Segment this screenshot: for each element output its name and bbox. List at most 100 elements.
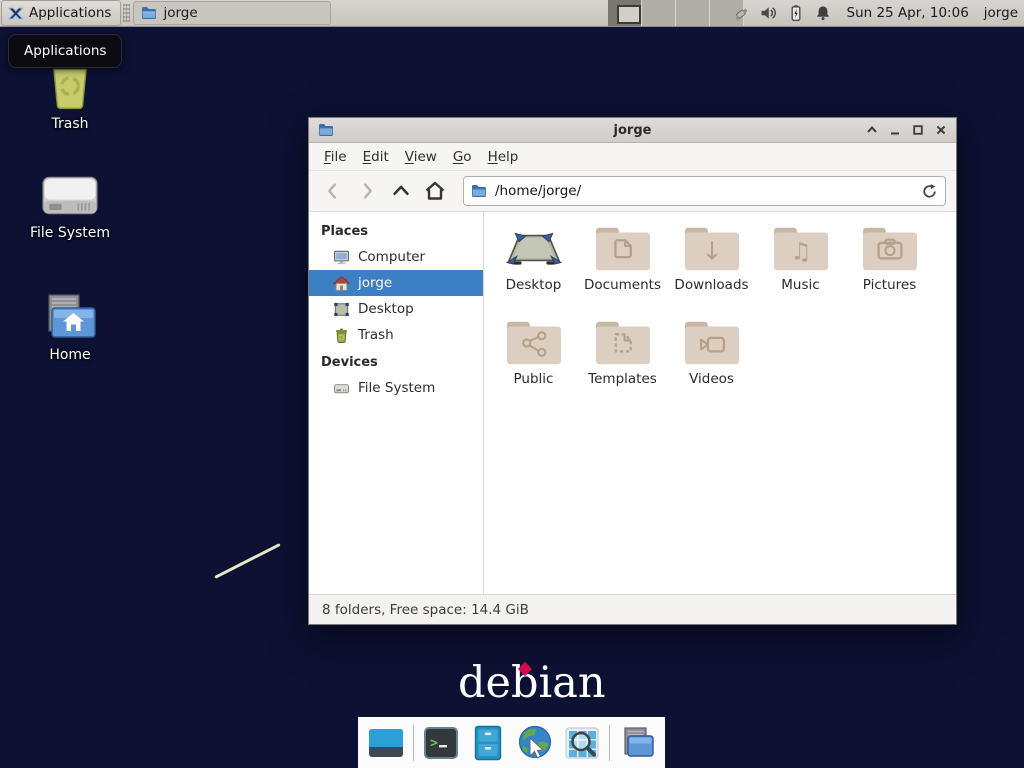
dock-separator	[413, 725, 414, 761]
minimize-button[interactable]	[888, 123, 902, 137]
public-folder-icon	[506, 318, 562, 366]
back-button[interactable]	[319, 178, 347, 204]
desktop-icon-filesystem[interactable]: File System	[14, 172, 126, 241]
location-input[interactable]	[493, 182, 921, 200]
sidebar-item-label: jorge	[358, 275, 392, 291]
status-text: 8 folders, Free space: 14.4 GiB	[322, 602, 529, 618]
file-item-templates[interactable]: Templates	[578, 318, 667, 412]
sidebar-item-trash[interactable]: Trash	[309, 322, 483, 348]
desktop-icon-home[interactable]: Home	[14, 292, 126, 363]
panel-tray: Sun 25 Apr, 10:06 jorge	[733, 0, 1019, 26]
applications-menu-button[interactable]: Applications	[1, 0, 121, 26]
bell-icon[interactable]	[814, 4, 832, 22]
file-item-documents[interactable]: Documents	[578, 224, 667, 318]
sidebar-item-computer[interactable]: Computer	[309, 244, 483, 270]
downloads-folder-icon: ↓	[684, 224, 740, 272]
statusbar: 8 folders, Free space: 14.4 GiB	[309, 594, 956, 624]
bottom-dock: >	[358, 717, 665, 768]
up-button[interactable]	[387, 178, 415, 204]
documents-folder-icon	[595, 224, 651, 272]
sidebar-item-label: Computer	[358, 249, 425, 265]
file-label: Documents	[584, 277, 661, 293]
file-label: Public	[514, 371, 554, 387]
sidebar-item-filesystem[interactable]: File System	[309, 375, 483, 401]
app-finder-icon[interactable]	[562, 723, 602, 763]
places-header: Places	[309, 217, 483, 244]
file-item-pictures[interactable]: Pictures	[845, 224, 934, 318]
file-item-desktop[interactable]: Desktop	[489, 224, 578, 318]
location-bar[interactable]	[463, 176, 946, 206]
templates-folder-icon	[595, 318, 651, 366]
forward-button[interactable]	[353, 178, 381, 204]
shade-button[interactable]	[865, 123, 879, 137]
file-item-videos[interactable]: Videos	[667, 318, 756, 412]
sidebar-item-label: Trash	[358, 327, 394, 343]
user-desktop-icon	[506, 224, 562, 272]
file-label: Pictures	[863, 277, 916, 293]
reload-icon[interactable]	[921, 183, 938, 200]
menu-edit[interactable]: Edit	[355, 145, 397, 169]
file-label: Downloads	[674, 277, 748, 293]
trash-place-icon	[333, 327, 350, 344]
sidebar-item-desktop[interactable]: Desktop	[309, 296, 483, 322]
pictures-folder-icon	[862, 224, 918, 272]
desktop-screen: Applications jorge	[0, 0, 1024, 768]
taskbar-window-label: jorge	[163, 5, 197, 21]
file-item-public[interactable]: Public	[489, 318, 578, 412]
volume-icon[interactable]	[760, 4, 778, 22]
sidebar-item-jorge[interactable]: jorge	[309, 270, 483, 296]
menu-go[interactable]: Go	[445, 145, 480, 169]
window-titlebar[interactable]: jorge	[309, 118, 956, 143]
file-cabinet-icon[interactable]	[468, 723, 508, 763]
debian-logo: debian	[458, 662, 606, 705]
home-button[interactable]	[421, 178, 449, 204]
workspace-2[interactable]	[642, 0, 676, 26]
file-item-downloads[interactable]: ↓ Downloads	[667, 224, 756, 318]
window-controls	[865, 123, 948, 137]
sidebar-item-label: File System	[358, 380, 435, 396]
home-icon	[333, 275, 350, 292]
drive-icon	[333, 380, 350, 397]
computer-icon	[333, 249, 350, 266]
taskbar-window-button[interactable]: jorge	[133, 1, 331, 25]
panel-clock[interactable]: Sun 25 Apr, 10:06	[847, 5, 969, 21]
debian-logo-text: debian	[458, 658, 606, 708]
dock-separator	[609, 725, 610, 761]
close-button[interactable]	[934, 123, 948, 137]
window-body: Places Computer	[309, 212, 956, 594]
wallpaper-line-decoration	[214, 543, 280, 579]
file-item-music[interactable]: ♫ Music	[756, 224, 845, 318]
sidebar-item-label: Desktop	[358, 301, 414, 317]
network-icon[interactable]	[733, 4, 751, 22]
desktop-icon-label: Trash	[52, 116, 89, 132]
desktop-icon-label: File System	[30, 225, 110, 241]
location-folder-icon	[471, 183, 487, 199]
menu-view[interactable]: View	[397, 145, 445, 169]
menu-file[interactable]: File	[316, 145, 355, 169]
folder-launcher-icon[interactable]	[617, 723, 657, 763]
svg-text:>: >	[430, 736, 438, 751]
workspace-3[interactable]	[676, 0, 710, 26]
maximize-button[interactable]	[911, 123, 925, 137]
panel-handle[interactable]	[123, 4, 130, 22]
workspace-switcher	[608, 0, 744, 26]
file-label: Videos	[689, 371, 734, 387]
applications-menu-label: Applications	[29, 5, 111, 21]
music-folder-icon: ♫	[773, 224, 829, 272]
battery-icon[interactable]	[787, 4, 805, 22]
folder-icon	[141, 5, 157, 21]
workspace-1[interactable]	[608, 0, 642, 26]
download-arrow-glyph: ↓	[701, 236, 722, 265]
terminal-icon[interactable]: >	[421, 723, 461, 763]
home-folder-icon	[42, 292, 98, 342]
show-desktop-icon[interactable]	[366, 723, 406, 763]
panel-username[interactable]: jorge	[984, 5, 1018, 21]
desktop-place-icon	[333, 301, 350, 318]
web-browser-icon[interactable]	[515, 723, 555, 763]
hard-drive-icon	[41, 172, 99, 220]
file-label: Music	[781, 277, 819, 293]
devices-header: Devices	[309, 348, 483, 375]
workspace-window-preview	[617, 5, 641, 24]
menu-help[interactable]: Help	[480, 145, 527, 169]
file-grid: Desktop Documents ↓	[484, 212, 956, 594]
